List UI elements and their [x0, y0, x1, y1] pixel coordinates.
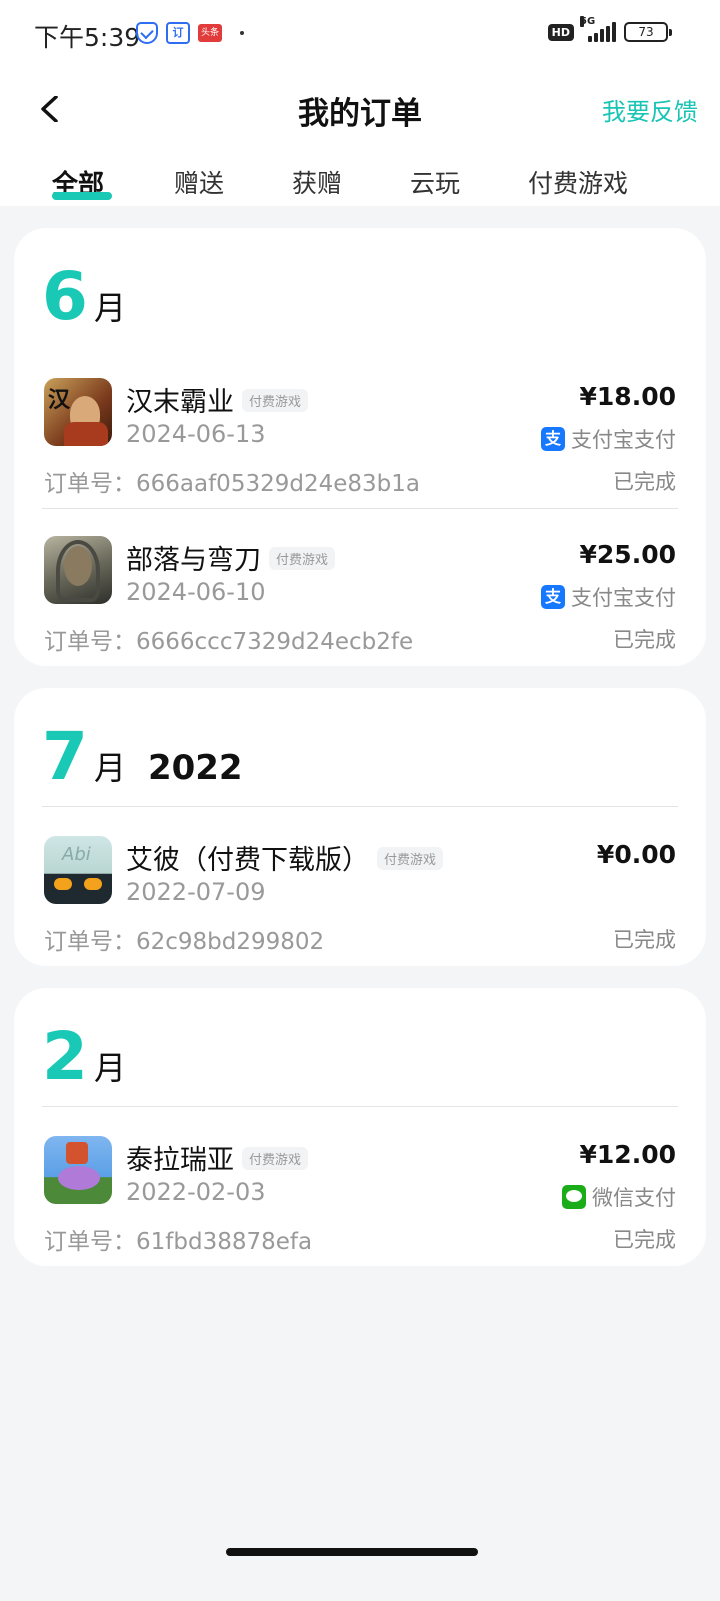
- game-tag: 付费游戏: [269, 547, 336, 570]
- tab-paid-games[interactable]: 付费游戏: [528, 164, 628, 200]
- divider: [42, 806, 678, 807]
- order-date: 2024-06-13: [126, 420, 266, 448]
- active-tab-indicator: [52, 192, 112, 200]
- more-notifications-dot-icon: [240, 31, 244, 35]
- game-name: 泰拉瑞亚 付费游戏: [126, 1138, 309, 1177]
- order-status: 已完成: [613, 628, 676, 652]
- month-year: 2022: [147, 748, 243, 788]
- alipay-icon: 支: [541, 427, 565, 451]
- month-heading: 7 月 2022: [42, 724, 243, 790]
- month-number: 2: [42, 1018, 88, 1095]
- order-price: ¥0.00: [596, 840, 676, 869]
- month-group-card: 2 月 泰拉瑞亚 付费游戏 2022-02-03 订单号：61fbd38878ef…: [14, 988, 706, 1266]
- month-group-card: 6 月 汉 汉末霸业 付费游戏 2024-06-13 订单号：666aaf0532…: [14, 228, 706, 666]
- month-heading: 6 月: [42, 264, 126, 330]
- game-icon: Abi: [44, 836, 112, 904]
- game-tag: 付费游戏: [377, 847, 444, 870]
- game-icon-glyph: Abi: [62, 844, 91, 865]
- game-icon: [44, 536, 112, 604]
- wechat-pay-icon: [562, 1185, 586, 1209]
- month-heading: 2 月: [42, 1024, 126, 1090]
- status-bar: 下午5:39 订 头条 HD 5G 73: [0, 0, 720, 66]
- month-unit: 月: [93, 289, 126, 327]
- month-number: 6: [42, 258, 88, 335]
- hd-voice-icon: HD: [547, 23, 574, 41]
- order-price: ¥25.00: [579, 540, 676, 569]
- orders-page: 下午5:39 订 头条 HD 5G 73 我的订单 我要反馈 全部 赠送 获赠 …: [0, 0, 720, 1601]
- order-item[interactable]: Abi 艾彼（付费下载版） 付费游戏 2022-07-09 订单号：62c98bd…: [14, 836, 706, 976]
- order-date: 2022-02-03: [126, 1178, 266, 1206]
- game-tag: 付费游戏: [242, 389, 309, 412]
- order-item[interactable]: 部落与弯刀 付费游戏 2024-06-10 订单号：6666ccc7329d24e…: [14, 536, 706, 676]
- status-system-icons: HD 5G 73: [547, 16, 672, 42]
- toutiao-app-icon: 头条: [198, 24, 222, 42]
- game-tag: 付费游戏: [242, 1147, 309, 1170]
- tab-received[interactable]: 获赠: [292, 164, 342, 200]
- security-shield-icon: [136, 22, 158, 44]
- game-icon: 汉: [44, 378, 112, 446]
- divider: [42, 508, 678, 509]
- signal-icon: 5G: [580, 16, 616, 42]
- network-type: 5G: [580, 16, 596, 27]
- status-notification-icons: 订 头条: [136, 22, 244, 44]
- payment-method: 微信支付: [562, 1182, 676, 1212]
- order-item[interactable]: 汉 汉末霸业 付费游戏 2024-06-13 订单号：666aaf05329d24…: [14, 378, 706, 518]
- payment-method: 支 支付宝支付: [541, 424, 676, 454]
- divider: [42, 1106, 678, 1107]
- tab-gift[interactable]: 赠送: [174, 164, 224, 200]
- order-number: 订单号：62c98bd299802: [44, 929, 325, 955]
- month-group-card: 7 月 2022 Abi 艾彼（付费下载版） 付费游戏 2022-07-09 订单…: [14, 688, 706, 966]
- status-time: 下午5:39: [34, 23, 141, 52]
- month-unit: 月: [93, 749, 126, 787]
- order-status: 已完成: [613, 470, 676, 494]
- battery-icon: 73: [624, 22, 672, 42]
- order-number: 订单号：61fbd38878efa: [44, 1229, 313, 1255]
- order-number: 订单号：666aaf05329d24e83b1a: [44, 471, 420, 497]
- month-number: 7: [42, 718, 88, 795]
- game-name: 艾彼（付费下载版） 付费游戏: [126, 838, 444, 877]
- payment-method: 支 支付宝支付: [541, 582, 676, 612]
- game-icon-glyph: 汉: [48, 388, 71, 413]
- order-status: 已完成: [613, 1228, 676, 1252]
- tab-cloud-play[interactable]: 云玩: [410, 164, 460, 200]
- order-number: 订单号：6666ccc7329d24ecb2fe: [44, 629, 414, 655]
- home-indicator[interactable]: [226, 1548, 478, 1556]
- game-name: 部落与弯刀 付费游戏: [126, 538, 336, 577]
- month-unit: 月: [93, 1049, 126, 1087]
- alipay-icon: 支: [541, 585, 565, 609]
- order-price: ¥18.00: [579, 382, 676, 411]
- header: 我的订单 我要反馈 全部 赠送 获赠 云玩 付费游戏: [0, 66, 720, 206]
- game-icon: [44, 1136, 112, 1204]
- order-date: 2024-06-10: [126, 578, 266, 606]
- game-name: 汉末霸业 付费游戏: [126, 380, 309, 419]
- order-status: 已完成: [613, 928, 676, 952]
- order-item[interactable]: 泰拉瑞亚 付费游戏 2022-02-03 订单号：61fbd38878efa ¥1…: [14, 1136, 706, 1276]
- app-notification-icon: 订: [166, 22, 190, 44]
- order-price: ¥12.00: [579, 1140, 676, 1169]
- order-date: 2022-07-09: [126, 878, 266, 906]
- feedback-button[interactable]: 我要反馈: [602, 92, 698, 127]
